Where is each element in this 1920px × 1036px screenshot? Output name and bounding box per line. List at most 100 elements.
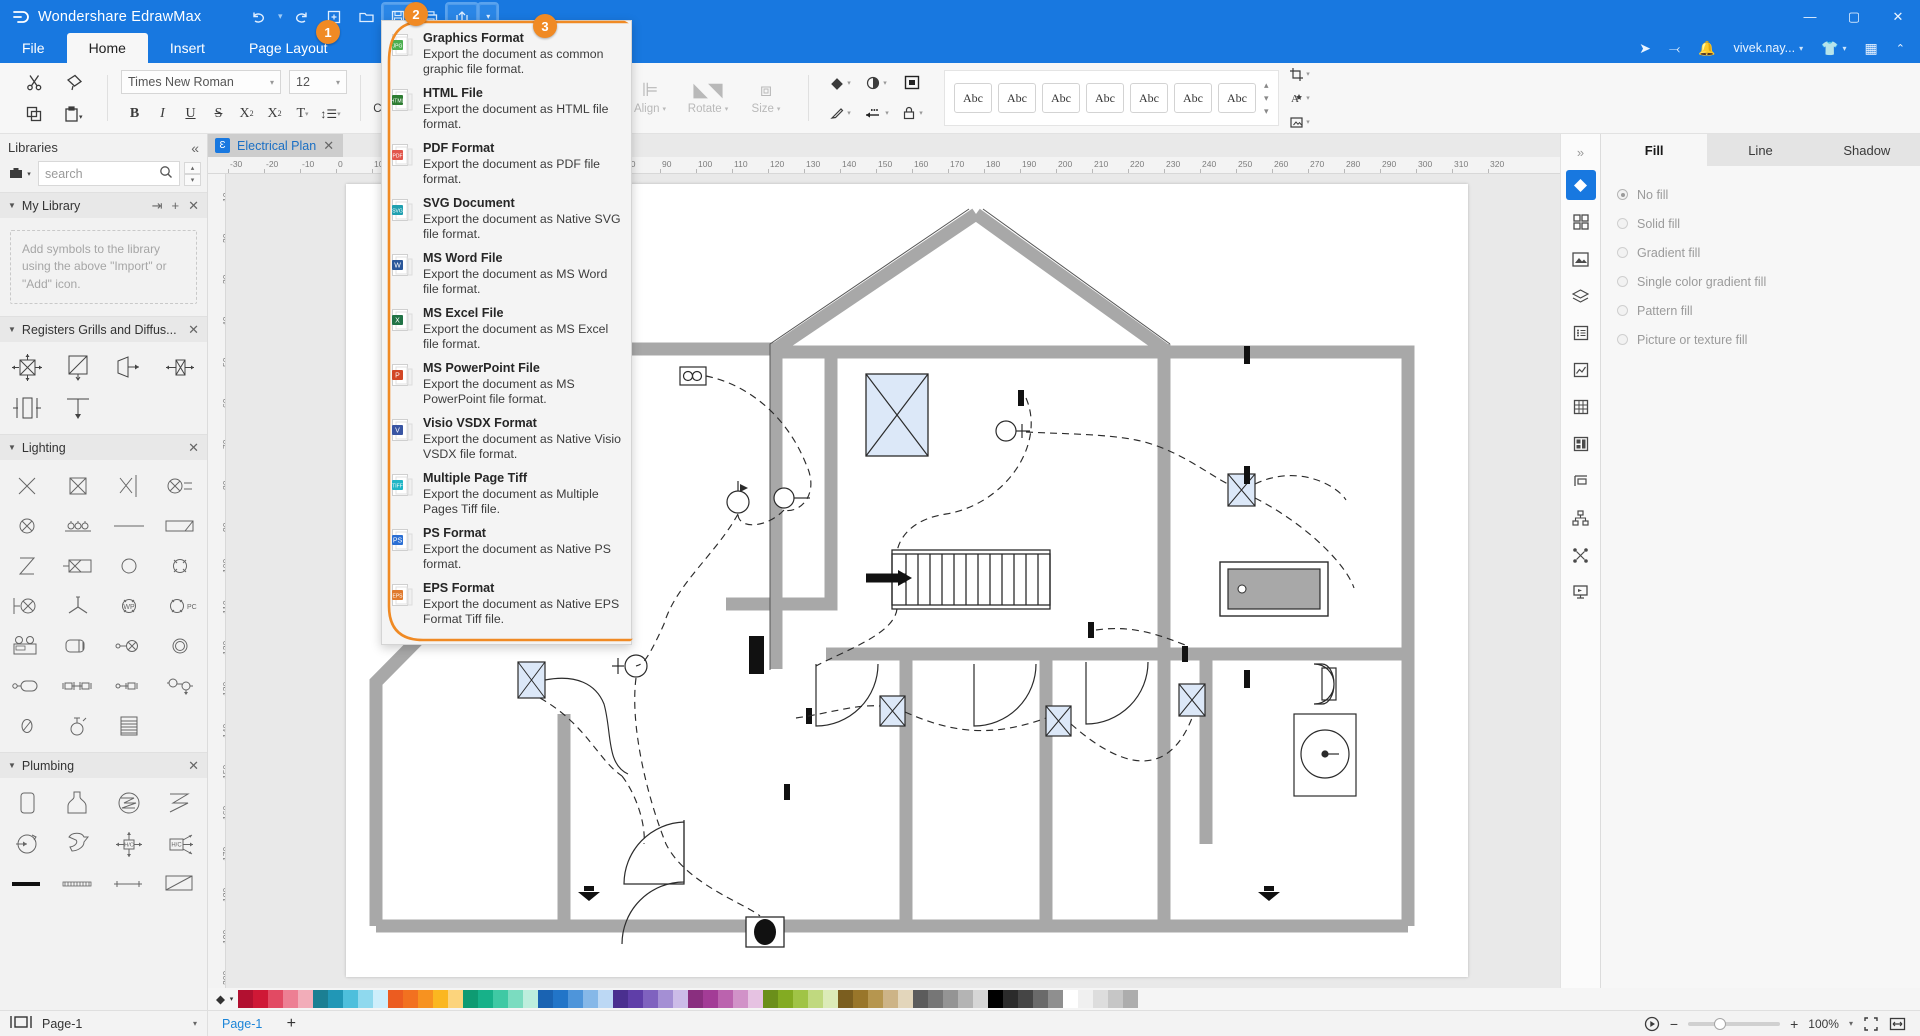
color-swatch[interactable] [868,990,883,1008]
color-swatch[interactable] [898,990,913,1008]
shape-item[interactable]: PC [154,586,205,626]
color-swatch-strip[interactable] [238,990,1138,1008]
shape-item[interactable] [53,706,104,746]
rotate-tool[interactable]: ◣◥ Rotate▾ [679,68,737,128]
org-chart-icon[interactable] [1566,503,1596,533]
fill-style-icon[interactable] [1566,170,1596,200]
color-swatch[interactable] [688,990,703,1008]
color-swatch[interactable] [1048,990,1063,1008]
shape-item[interactable] [104,666,155,706]
color-swatch[interactable] [583,990,598,1008]
export-menu-item[interactable]: TIFFMultiple Page TiffExport the documen… [382,467,631,522]
color-swatch[interactable] [538,990,553,1008]
page-view-icon[interactable] [10,1015,32,1032]
color-swatch[interactable] [508,990,523,1008]
color-swatch[interactable] [793,990,808,1008]
color-swatch[interactable] [613,990,628,1008]
fill-option-single-color-gradient-fill[interactable]: Single color gradient fill [1617,267,1904,296]
italic-button[interactable]: I [149,101,176,126]
library-section-my-library[interactable]: ▼ My Library ⇥ + ✕ [0,192,207,218]
close-icon[interactable]: ✕ [188,322,199,338]
color-swatch[interactable] [418,990,433,1008]
close-icon[interactable]: ✕ [323,138,334,154]
presentation-icon[interactable] [1566,577,1596,607]
gallery-scroll-up-icon[interactable]: ▴ [1264,80,1269,91]
shape-item[interactable] [154,466,205,506]
fill-option-no-fill[interactable]: No fill [1617,180,1904,209]
color-swatch[interactable] [388,990,403,1008]
export-menu-item[interactable]: EPSEPS FormatExport the document as Nati… [382,577,631,632]
color-swatch[interactable] [943,990,958,1008]
color-swatch[interactable] [1063,990,1078,1008]
color-swatch[interactable] [643,990,658,1008]
color-swatch[interactable] [598,990,613,1008]
library-category-dropdown[interactable]: ▾ [6,161,34,186]
style-swatch[interactable]: Abc [1042,83,1080,113]
color-swatch[interactable] [463,990,478,1008]
color-swatch[interactable] [403,990,418,1008]
gallery-scroll-down-icon[interactable]: ▾ [1264,93,1269,104]
shape-item[interactable] [53,586,104,626]
color-swatch[interactable] [958,990,973,1008]
export-menu-item[interactable]: VVisio VSDX FormatExport the document as… [382,412,631,467]
radio-button[interactable] [1617,305,1628,316]
select-all-button[interactable] [894,69,930,97]
gallery-expand-icon[interactable]: ▾ [1264,106,1269,117]
shape-item[interactable] [2,348,53,388]
color-swatch[interactable] [988,990,1003,1008]
shape-item[interactable] [104,506,155,546]
close-button[interactable]: ✕ [1876,0,1920,33]
table-icon[interactable] [1566,392,1596,422]
shape-item[interactable] [2,546,53,586]
shape-item[interactable] [53,388,104,428]
tab-fill[interactable]: Fill [1601,134,1707,166]
export-menu-item[interactable]: XMS Excel FileExport the document as MS … [382,302,631,357]
shape-item[interactable] [2,706,53,746]
zoom-slider[interactable] [1688,1022,1780,1026]
tab-shadow[interactable]: Shadow [1814,134,1920,166]
color-swatch[interactable] [373,990,388,1008]
color-swatch[interactable] [568,990,583,1008]
line-spacing-button[interactable]: ↕☰▾ [317,101,344,126]
minimize-button[interactable]: — [1788,0,1832,33]
shape-item[interactable]: H/C [154,824,205,864]
shape-item[interactable] [104,784,155,824]
add-page-button[interactable]: + [276,1015,306,1033]
color-swatch[interactable] [673,990,688,1008]
shape-item[interactable] [53,666,104,706]
copy-button[interactable] [25,105,44,124]
style-swatch[interactable]: Abc [1218,83,1256,113]
shape-item[interactable] [154,506,205,546]
export-menu-item[interactable]: JPGGraphics FormatExport the document as… [382,27,631,82]
style-swatch[interactable]: Abc [954,83,992,113]
color-swatch[interactable] [748,990,763,1008]
color-swatch[interactable] [658,990,673,1008]
color-swatch[interactable] [283,990,298,1008]
expand-rail-icon[interactable]: » [1566,137,1596,167]
color-swatch[interactable] [523,990,538,1008]
text-style-button[interactable]: T▾ [289,101,316,126]
library-section-plumbing[interactable]: ▼ Plumbing ✕ [0,752,207,778]
close-icon[interactable]: ✕ [188,198,199,214]
shape-item[interactable] [154,348,205,388]
shape-item[interactable]: WP [104,586,155,626]
color-swatch[interactable] [763,990,778,1008]
color-swatch[interactable] [358,990,373,1008]
line-color-button[interactable]: ▾ [822,99,858,127]
shape-item[interactable] [154,864,205,904]
chevron-down-icon[interactable]: ▾ [1849,1019,1853,1028]
theme-shirt-icon[interactable]: 👕▾ [1814,36,1853,60]
apps-grid-icon[interactable]: ▦ [1858,36,1885,60]
font-size-select[interactable]: 12 ▾ [289,70,347,94]
cut-button[interactable] [25,73,44,92]
shape-item[interactable] [104,348,155,388]
size-tool[interactable]: ⧈ Size▾ [737,68,795,128]
bold-button[interactable]: B [121,101,148,126]
shape-item[interactable] [53,546,104,586]
lock-button[interactable]: ▾ [894,99,930,127]
close-icon[interactable]: ✕ [188,758,199,774]
color-swatch[interactable] [778,990,793,1008]
strikethrough-button[interactable]: S [205,101,232,126]
document-tab-electrical-plan[interactable]: Ɛ Electrical Plan ✕ [208,134,343,157]
shape-item[interactable] [104,546,155,586]
